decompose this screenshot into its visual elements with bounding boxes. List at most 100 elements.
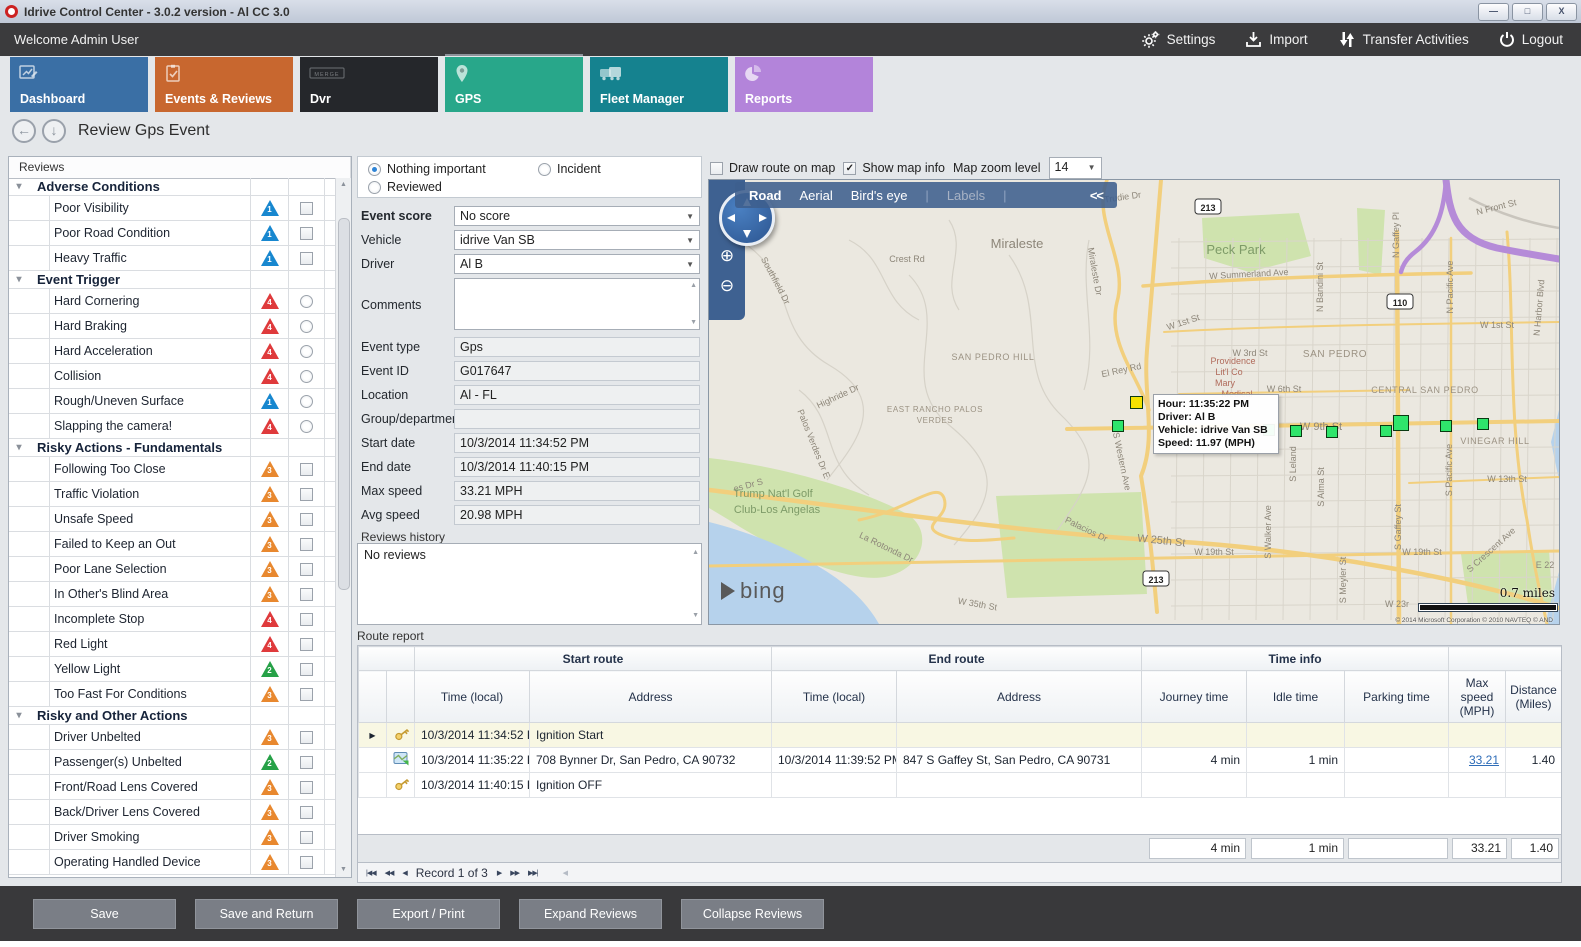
checkbox-icon[interactable] [300,488,313,501]
zoom-out-icon[interactable]: ⊖ [709,276,745,296]
route-row[interactable]: ▶10/3/2014 11:34:52 PMIgnition Start [359,723,1562,748]
checkbox-icon[interactable] [300,513,313,526]
radio-icon[interactable] [300,370,313,383]
checkbox-icon[interactable] [300,688,313,701]
checkbox-icon[interactable] [843,162,856,175]
route-map-icon[interactable] [387,748,415,773]
checkbox-icon[interactable] [300,588,313,601]
map-canvas[interactable]: Trudie DrN Gaffey PlPeck ParkW Summerlan… [708,179,1560,625]
checkbox-icon[interactable] [300,856,313,869]
tree-item[interactable]: Red Light4 [9,632,336,657]
hscroll-left-icon[interactable]: ◀ [563,869,567,877]
next-page-record-button[interactable]: ▶▶ [510,869,519,877]
route-point-marker[interactable] [1393,415,1409,431]
scrollbar-thumb[interactable] [338,218,350,590]
tab-reports[interactable]: Reports [735,57,873,112]
reviews-scrollbar[interactable]: ▲ ▼ [335,178,351,877]
scroll-up-icon[interactable]: ▲ [336,178,351,192]
tree-item[interactable]: Heavy Traffic1 [9,246,336,271]
checkbox-icon[interactable] [300,781,313,794]
tree-item[interactable]: In Other's Blind Area3 [9,582,336,607]
checkbox-icon[interactable] [300,756,313,769]
tree-item[interactable]: Slapping the camera!4 [9,414,336,439]
tab-gps[interactable]: GPS [445,57,583,112]
route-point-marker[interactable] [1477,418,1489,430]
group-header-end-route[interactable]: End route [772,647,1142,671]
route-point-marker[interactable] [1440,420,1452,432]
tree-item[interactable]: Traffic Violation3 [9,482,336,507]
checkbox-icon[interactable] [300,463,313,476]
down-button[interactable]: ↓ [42,119,66,143]
tree-item[interactable]: Rough/Uneven Surface1 [9,389,336,414]
group-header-time-info[interactable]: Time info [1142,647,1449,671]
scroll-down-icon[interactable]: ▼ [336,863,351,877]
export-print-button[interactable]: Export / Print [357,899,500,929]
tab-events-reviews[interactable]: Events & Reviews [155,57,293,112]
tree-item[interactable]: Incomplete Stop4 [9,607,336,632]
route-point-marker[interactable] [1130,396,1143,409]
tree-item[interactable]: Unsafe Speed3 [9,507,336,532]
scroll-down-icon[interactable]: ▼ [690,319,697,326]
column-header[interactable]: Max speed (MPH) [1449,671,1506,723]
settings-button[interactable]: Settings [1142,31,1216,48]
column-header[interactable]: Idle time [1247,671,1345,723]
ignition-key-icon[interactable] [387,723,415,748]
collapse-arrow-icon[interactable]: ▾ [9,442,29,453]
tree-item[interactable]: Poor Road Condition1 [9,221,336,246]
transfer-activities-button[interactable]: Transfer Activities [1338,31,1469,48]
scroll-down-icon[interactable]: ▼ [692,612,699,619]
max-speed-link[interactable]: 33.21 [1469,753,1499,767]
tree-item[interactable]: Front/Road Lens Covered3 [9,775,336,800]
event-score-select[interactable]: No score▼ [454,206,700,226]
tree-item[interactable]: Hard Braking4 [9,314,336,339]
chevron-down-icon[interactable]: ▼ [1088,158,1096,178]
radio-icon[interactable] [300,295,313,308]
map-view-labels[interactable]: Labels [947,188,985,203]
tree-item[interactable]: Poor Visibility1 [9,196,336,221]
tree-item[interactable]: Operating Handled Device3 [9,850,336,875]
radio-icon[interactable] [300,395,313,408]
driver-select[interactable]: Al B▼ [454,254,700,274]
comments-textarea[interactable]: ▲ ▼ [454,278,700,330]
tree-item[interactable]: Poor Lane Selection3 [9,557,336,582]
column-header[interactable]: Time (local) [772,671,897,723]
close-button[interactable]: X [1546,3,1577,21]
column-header[interactable]: Address [897,671,1142,723]
tree-item[interactable]: Following Too Close3 [9,457,336,482]
column-header[interactable]: Time (local) [415,671,530,723]
route-point-marker[interactable] [1380,425,1392,437]
scroll-up-icon[interactable]: ▲ [692,549,699,556]
radio-icon[interactable] [300,345,313,358]
radio-icon[interactable] [300,420,313,433]
route-point-marker[interactable] [1326,426,1338,438]
radio-nothing-important[interactable]: Nothing important [368,162,486,176]
tree-item[interactable]: Too Fast For Conditions3 [9,682,336,707]
reviews-history-box[interactable]: No reviews ▲ ▼ [357,543,702,625]
checkbox-icon[interactable] [300,806,313,819]
tab-dvr[interactable]: MERGEDvr [300,57,438,112]
prev-record-button[interactable]: ◀ [402,869,406,877]
route-point-marker[interactable] [1112,420,1124,432]
logout-button[interactable]: Logout [1499,31,1563,48]
route-row[interactable]: 10/3/2014 11:40:15 PMIgnition OFF [359,773,1562,798]
column-header[interactable]: Address [530,671,772,723]
last-record-button[interactable]: ▶▶| [528,869,538,877]
chevron-down-icon[interactable]: ▼ [686,255,694,273]
radio-icon[interactable] [300,320,313,333]
minimize-button[interactable]: — [1478,3,1509,21]
route-row[interactable]: 10/3/2014 11:35:22 PM708 Bynner Dr, San … [359,748,1562,773]
tree-category[interactable]: ▾Event Trigger [9,271,336,289]
next-record-button[interactable]: ▶ [497,869,501,877]
column-header[interactable]: Journey time [1142,671,1247,723]
checkbox-icon[interactable] [300,731,313,744]
tree-item[interactable]: Hard Cornering4 [9,289,336,314]
tree-item[interactable]: Driver Unbelted3 [9,725,336,750]
checkbox-icon[interactable] [300,831,313,844]
scroll-up-icon[interactable]: ▲ [690,282,697,289]
tree-item[interactable]: Yellow Light2 [9,657,336,682]
expand-reviews-button[interactable]: Expand Reviews [519,899,662,929]
show-map-info-checkbox[interactable]: Show map info [843,161,945,175]
checkbox-icon[interactable] [710,162,723,175]
radio-reviewed[interactable]: Reviewed [368,180,442,194]
map-view-birds-eye[interactable]: Bird's eye [851,188,908,203]
